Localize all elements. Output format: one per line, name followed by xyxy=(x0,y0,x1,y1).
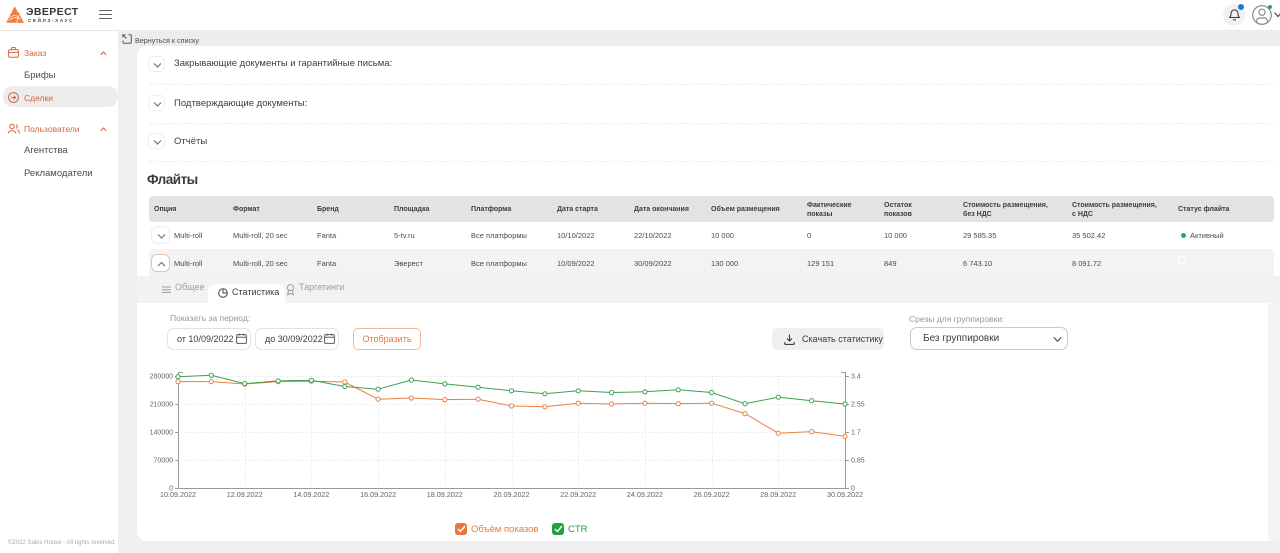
svg-text:18.09.2022: 18.09.2022 xyxy=(427,490,463,499)
svg-text:70000: 70000 xyxy=(154,458,174,465)
svg-text:14.09.2022: 14.09.2022 xyxy=(293,490,329,499)
svg-text:12.09.2022: 12.09.2022 xyxy=(227,490,263,499)
svg-text:1.7: 1.7 xyxy=(851,430,861,437)
svg-text:28.09.2022: 28.09.2022 xyxy=(760,490,796,499)
svg-text:3.4: 3.4 xyxy=(851,374,861,381)
svg-text:20.09.2022: 20.09.2022 xyxy=(494,490,530,499)
svg-text:2.55: 2.55 xyxy=(851,402,865,409)
svg-text:210000: 210000 xyxy=(150,402,173,409)
svg-text:140000: 140000 xyxy=(150,430,173,437)
svg-text:16.09.2022: 16.09.2022 xyxy=(360,490,396,499)
svg-text:22.09.2022: 22.09.2022 xyxy=(560,490,596,499)
svg-text:10.09.2022: 10.09.2022 xyxy=(160,490,196,499)
svg-text:30.09.2022: 30.09.2022 xyxy=(827,490,863,499)
svg-text:0.85: 0.85 xyxy=(851,458,865,465)
svg-text:280000: 280000 xyxy=(150,374,173,381)
svg-text:26.09.2022: 26.09.2022 xyxy=(694,490,730,499)
svg-text:24.09.2022: 24.09.2022 xyxy=(627,490,663,499)
